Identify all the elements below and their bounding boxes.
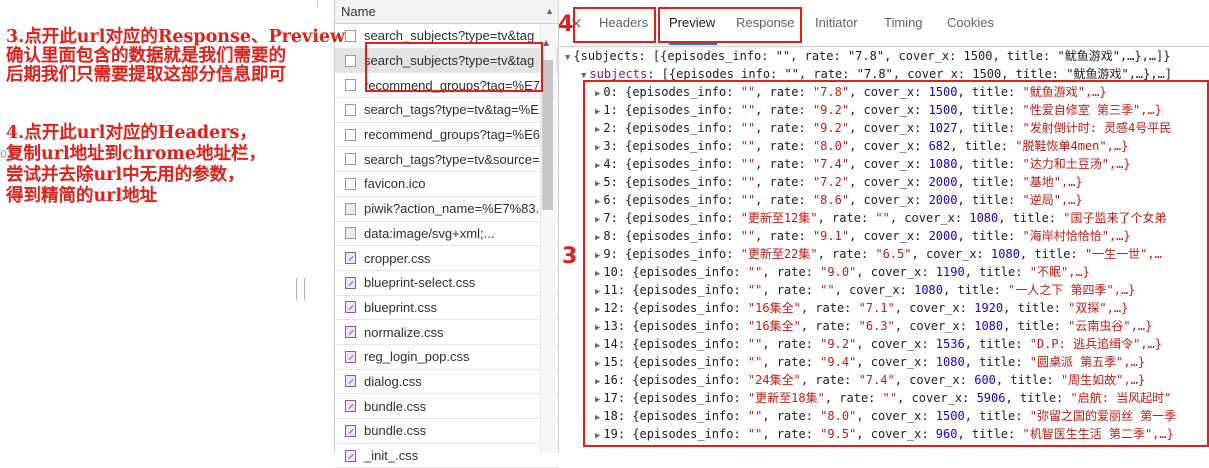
request-name: _init_.css: [364, 448, 419, 464]
request-row[interactable]: reg_login_pop.css: [335, 345, 558, 370]
request-name: blueprint-select.css: [364, 275, 476, 291]
css-file-icon: [345, 449, 356, 462]
request-row[interactable]: dialog.css: [335, 370, 558, 395]
request-row[interactable]: recommend_groups?tag=%E6: [335, 123, 558, 148]
css-file-icon: [345, 326, 356, 339]
request-name: normalize.css: [364, 324, 444, 340]
document-icon: [345, 79, 356, 92]
name-column-header[interactable]: Name ▲: [335, 0, 558, 24]
request-row[interactable]: favicon.ico: [335, 172, 558, 197]
tab-cookies[interactable]: Cookies: [947, 15, 994, 30]
image-file-icon: [345, 202, 356, 215]
scrollbar-thumb[interactable]: [542, 60, 553, 210]
annotation-number-3: 3: [562, 244, 578, 269]
annotation-number-4: 4: [558, 12, 574, 37]
annotation-box-json-data: [583, 80, 1209, 447]
request-row[interactable]: bundle.css: [335, 394, 558, 419]
divider: [317, 0, 318, 8]
annotation-step3-line3: 后期我们只需要提取这部分信息即可: [6, 65, 286, 85]
document-icon: [345, 128, 356, 141]
annotation-box-request: [365, 42, 543, 92]
request-name: data:image/svg+xml;...: [364, 225, 495, 241]
json-root-summary: {subjects: [{episodes_info: "", rate: "7…: [573, 49, 1171, 63]
document-icon: [345, 153, 356, 166]
css-file-icon: [345, 301, 356, 314]
request-row[interactable]: cropper.css: [335, 246, 558, 271]
tab-timing[interactable]: Timing: [884, 15, 923, 30]
request-row[interactable]: bundle.css: [335, 419, 558, 444]
request-row[interactable]: piwik?action_name=%E7%83.: [335, 197, 558, 222]
resize-grip[interactable]: [296, 278, 305, 300]
scroll-up-arrow-icon[interactable]: ▲: [543, 38, 549, 47]
request-row[interactable]: data:image/svg+xml;...: [335, 222, 558, 247]
request-name: cropper.css: [364, 250, 431, 266]
document-icon: [345, 177, 356, 190]
image-file-icon: [345, 227, 356, 240]
request-name: dialog.css: [364, 373, 422, 389]
request-name: search_tags?type=tv&tag=%E: [364, 102, 539, 118]
request-row[interactable]: search_tags?type=tv&tag=%E: [335, 98, 558, 123]
request-name: blueprint.css: [364, 299, 437, 315]
request-name: piwik?action_name=%E7%83.: [364, 201, 540, 217]
json-subjects-key: subjects: [589, 67, 648, 81]
annotation-step4-line4: 得到精简的url地址: [6, 186, 158, 206]
request-row[interactable]: search_tags?type=tv&source=: [335, 147, 558, 173]
sort-arrow-icon: ▲: [545, 6, 554, 16]
request-name: recommend_groups?tag=%E6: [364, 127, 540, 143]
request-name: favicon.ico: [364, 176, 426, 192]
annotation-step4-line2: 复制url地址到chrome地址栏，: [6, 144, 267, 164]
css-file-icon: [345, 375, 356, 388]
json-subjects-summary: : [{episodes_info: "", rate: "7.8", cove…: [647, 67, 1173, 81]
css-file-icon: [345, 400, 356, 413]
annotation-step3-line1: 3.点开此url对应的Response、Preview: [6, 27, 346, 47]
request-name: bundle.css: [364, 423, 427, 439]
css-file-icon: [345, 276, 356, 289]
document-icon: [345, 54, 356, 67]
tab-initiator[interactable]: Initiator: [815, 15, 858, 30]
detail-tab-bar: × Headers Preview Response Initiator Tim…: [559, 0, 1209, 47]
document-icon: [345, 29, 356, 42]
annotation-step4-line1: 4.点开此url对应的Headers，: [6, 123, 257, 143]
css-file-icon: [345, 252, 356, 265]
request-row[interactable]: blueprint.css: [335, 296, 558, 321]
request-row[interactable]: normalize.css: [335, 320, 558, 345]
name-header-label: Name: [341, 4, 376, 19]
annotation-box-headers: [573, 7, 656, 43]
css-file-icon: [345, 350, 356, 363]
css-file-icon: [345, 424, 356, 437]
annotation-step4-line3: 尝试并去除url中无用的参数，: [6, 165, 245, 185]
document-icon: [345, 103, 356, 116]
request-name: reg_login_pop.css: [364, 349, 470, 365]
request-name: search_tags?type=tv&source=: [364, 151, 540, 167]
json-root-line[interactable]: ▼ {subjects: [{episodes_info: "", rate: "…: [565, 47, 1209, 64]
annotation-box-preview-response: [658, 7, 802, 43]
annotation-step3-line2: 确认里面包含的数据就是我们需要的: [6, 46, 286, 66]
collapse-triangle-icon[interactable]: ▼: [565, 53, 570, 63]
request-row[interactable]: _init_.css: [335, 444, 558, 468]
request-row[interactable]: blueprint-select.css: [335, 271, 558, 296]
request-name: bundle.css: [364, 398, 427, 414]
